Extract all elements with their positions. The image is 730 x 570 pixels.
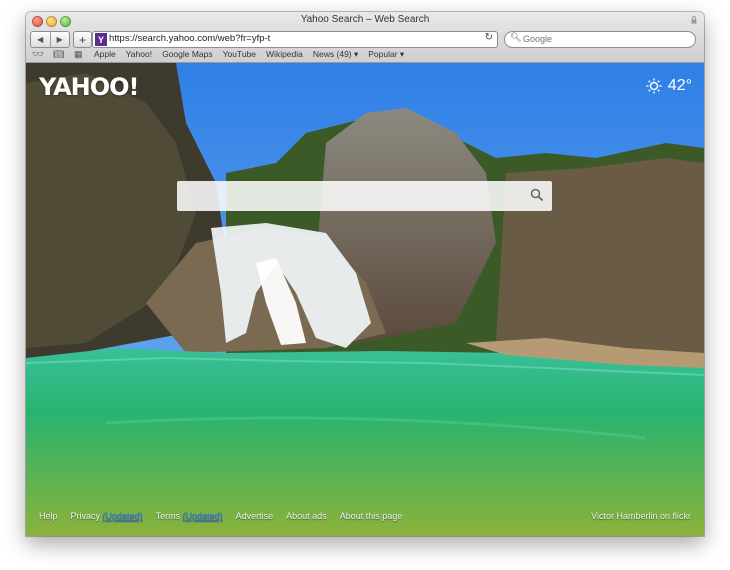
- search-icon: 🔍︎: [510, 32, 522, 42]
- privacy-label: Privacy: [70, 511, 101, 521]
- page-footer: Help Privacy (Updated) Terms (Updated) A…: [26, 511, 704, 525]
- sun-icon: [646, 78, 662, 94]
- add-bookmark-button[interactable]: +: [73, 31, 92, 48]
- browser-toolbar: ◀ ▶ + Y https://search.yahoo.com/web?fr=…: [26, 30, 704, 48]
- bookmark-items: Apple Yahoo! Google Maps YouTube Wikiped…: [94, 49, 404, 60]
- bookmark-yahoo[interactable]: Yahoo!: [126, 49, 152, 60]
- bookmark-wikipedia[interactable]: Wikipedia: [266, 49, 303, 60]
- yahoo-favicon-icon: Y: [95, 33, 107, 46]
- help-link[interactable]: Help: [39, 511, 58, 521]
- bookmark-youtube[interactable]: YouTube: [223, 49, 256, 60]
- browser-chrome: Yahoo Search – Web Search ◀ ▶ + Y https:…: [26, 12, 704, 63]
- browser-search-box[interactable]: 🔍︎: [504, 31, 696, 48]
- search-box: [177, 181, 552, 211]
- lock-icon: [691, 16, 697, 24]
- reload-icon[interactable]: ↻: [485, 32, 493, 43]
- browser-search-input[interactable]: [523, 33, 683, 45]
- footer-links: Help Privacy (Updated) Terms (Updated) A…: [39, 511, 402, 521]
- privacy-updated-tag[interactable]: (Updated): [103, 511, 143, 521]
- back-icon[interactable]: ◀: [31, 32, 51, 47]
- bookmarks-bar: 👓︎ 📖︎ ▦ Apple Yahoo! Google Maps YouTube…: [26, 48, 704, 62]
- weather-widget[interactable]: 42°: [646, 77, 692, 95]
- bookmark-popular-menu[interactable]: Popular ▾: [368, 49, 404, 60]
- bookmark-google-maps[interactable]: Google Maps: [162, 49, 213, 60]
- url-text[interactable]: https://search.yahoo.com/web?fr=yfp-t: [109, 33, 270, 44]
- title-bar: Yahoo Search – Web Search: [26, 12, 704, 30]
- advertise-link[interactable]: Advertise: [236, 511, 274, 521]
- search-input[interactable]: [185, 187, 519, 207]
- about-ads-link[interactable]: About ads: [286, 511, 327, 521]
- address-bar[interactable]: Y https://search.yahoo.com/web?fr=yfp-t …: [92, 31, 498, 48]
- bookmark-apple[interactable]: Apple: [94, 49, 116, 60]
- bookmark-news-menu[interactable]: News (49) ▾: [313, 49, 358, 60]
- terms-link[interactable]: Terms (Updated): [156, 511, 223, 521]
- terms-updated-tag[interactable]: (Updated): [183, 511, 223, 521]
- terms-label: Terms: [155, 511, 181, 521]
- reading-list-icon[interactable]: 👓︎: [32, 49, 43, 60]
- waterfall-background-image: [26, 63, 704, 536]
- top-sites-grid-icon[interactable]: ▦: [74, 49, 83, 60]
- temperature: 42°: [667, 77, 692, 94]
- search-icon[interactable]: [530, 188, 544, 202]
- privacy-link[interactable]: Privacy (Updated): [71, 511, 143, 521]
- yahoo-logo[interactable]: YAHOO!: [39, 73, 139, 101]
- forward-icon[interactable]: ▶: [51, 32, 70, 47]
- yahoo-homepage: YAHOO! 42° Help Privacy (Updated) Terms …: [26, 63, 704, 536]
- browser-window: Yahoo Search – Web Search ◀ ▶ + Y https:…: [26, 12, 704, 536]
- nav-buttons: ◀ ▶: [30, 31, 70, 48]
- about-page-link[interactable]: About this page: [340, 511, 403, 521]
- photo-credit-link[interactable]: Victor Hamberlin on flickr: [591, 511, 691, 521]
- window-title: Yahoo Search – Web Search: [300, 14, 430, 25]
- bookmarks-book-icon[interactable]: 📖︎: [53, 49, 64, 60]
